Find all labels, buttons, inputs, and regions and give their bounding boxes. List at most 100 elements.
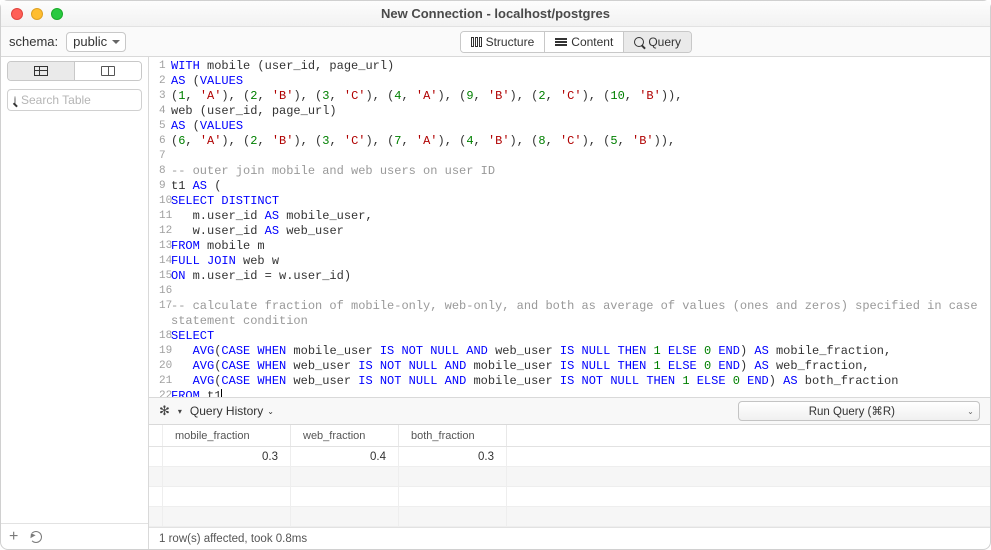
run-query-button[interactable]: Run Query (⌘R) <box>738 401 966 421</box>
sidebar-segment <box>7 61 142 81</box>
results-body: 0.30.40.3 <box>149 447 990 527</box>
table-cell[interactable]: 0.3 <box>399 447 507 466</box>
line-number: 7 <box>149 149 171 164</box>
code-content[interactable]: AVG(CASE WHEN web_user IS NOT NULL AND m… <box>171 359 990 374</box>
results-header: mobile_fractionweb_fractionboth_fraction <box>149 425 990 447</box>
tab-query-label: Query <box>648 35 681 49</box>
code-line[interactable]: 13FROM mobile m <box>149 239 990 254</box>
line-number: 1 <box>149 59 171 74</box>
code-content[interactable]: FULL JOIN web w <box>171 254 990 269</box>
code-line[interactable]: 22FROM t1 <box>149 389 990 397</box>
code-line[interactable]: 11 m.user_id AS mobile_user, <box>149 209 990 224</box>
line-number: 21 <box>149 374 171 389</box>
code-line[interactable]: 18SELECT <box>149 329 990 344</box>
code-content[interactable]: WITH mobile (user_id, page_url) <box>171 59 990 74</box>
sidebar-search[interactable] <box>7 89 142 111</box>
zoom-icon[interactable] <box>51 8 63 20</box>
line-number: 14 <box>149 254 171 269</box>
code-line[interactable]: 6(6, 'A'), (2, 'B'), (3, 'C'), (7, 'A'),… <box>149 134 990 149</box>
code-line[interactable]: 4web (user_id, page_url) <box>149 104 990 119</box>
code-line[interactable]: 2AS (VALUES <box>149 74 990 89</box>
tab-query[interactable]: Query <box>624 32 691 52</box>
code-content[interactable]: AS (VALUES <box>171 74 990 89</box>
book-icon <box>101 66 115 76</box>
sql-editor[interactable]: 1WITH mobile (user_id, page_url)2AS (VAL… <box>149 57 990 397</box>
code-content[interactable]: FROM mobile m <box>171 239 990 254</box>
column-header[interactable]: both_fraction <box>399 425 507 446</box>
code-content[interactable]: AS (VALUES <box>171 119 990 134</box>
schema-select[interactable]: public <box>66 32 126 52</box>
add-button[interactable]: + <box>9 529 18 545</box>
close-icon[interactable] <box>11 8 23 20</box>
code-content[interactable]: AVG(CASE WHEN mobile_user IS NOT NULL AN… <box>171 344 990 359</box>
code-content[interactable]: ON m.user_id = w.user_id) <box>171 269 990 284</box>
minimize-icon[interactable] <box>31 8 43 20</box>
sidebar-tab-bookmarks[interactable] <box>74 62 141 80</box>
line-number: 22 <box>149 389 171 397</box>
code-line[interactable]: 14FULL JOIN web w <box>149 254 990 269</box>
table-row <box>149 507 990 527</box>
code-content[interactable]: SELECT <box>171 329 990 344</box>
code-line[interactable]: 1WITH mobile (user_id, page_url) <box>149 59 990 74</box>
code-line[interactable]: 16 <box>149 284 990 299</box>
code-content[interactable]: (6, 'A'), (2, 'B'), (3, 'C'), (7, 'A'), … <box>171 134 990 149</box>
tab-content[interactable]: Content <box>545 32 624 52</box>
line-number: 16 <box>149 284 171 299</box>
query-history-button[interactable]: Query History ⌄ <box>190 404 274 418</box>
code-content[interactable]: AVG(CASE WHEN web_user IS NOT NULL AND m… <box>171 374 990 389</box>
query-icon <box>634 37 644 47</box>
query-history-label: Query History <box>190 404 263 418</box>
structure-icon <box>471 37 482 47</box>
code-content[interactable]: SELECT DISTINCT <box>171 194 990 209</box>
code-content[interactable]: web (user_id, page_url) <box>171 104 990 119</box>
code-content[interactable]: -- calculate fraction of mobile-only, we… <box>171 299 990 329</box>
table-cell[interactable]: 0.3 <box>163 447 291 466</box>
code-content[interactable]: t1 AS ( <box>171 179 990 194</box>
sidebar-footer: + <box>1 523 148 549</box>
code-line[interactable]: 21 AVG(CASE WHEN web_user IS NOT NULL AN… <box>149 374 990 389</box>
table-row <box>149 487 990 507</box>
column-header[interactable]: mobile_fraction <box>163 425 291 446</box>
code-line[interactable]: 8-- outer join mobile and web users on u… <box>149 164 990 179</box>
sidebar-tab-tables[interactable] <box>8 62 74 80</box>
table-cell[interactable]: 0.4 <box>291 447 399 466</box>
code-content[interactable] <box>171 284 990 299</box>
code-line[interactable]: 17-- calculate fraction of mobile-only, … <box>149 299 990 329</box>
gear-icon[interactable]: ✻ <box>159 403 170 419</box>
line-number: 6 <box>149 134 171 149</box>
code-line[interactable]: 15ON m.user_id = w.user_id) <box>149 269 990 284</box>
table-row[interactable]: 0.30.40.3 <box>149 447 990 467</box>
tab-structure[interactable]: Structure <box>461 32 546 52</box>
line-number: 10 <box>149 194 171 209</box>
sidebar-content <box>1 117 148 523</box>
table-icon <box>34 66 48 76</box>
run-query-dropdown[interactable]: ⌄ <box>962 401 980 421</box>
code-content[interactable]: w.user_id AS web_user <box>171 224 990 239</box>
line-number: 15 <box>149 269 171 284</box>
code-line[interactable]: 10SELECT DISTINCT <box>149 194 990 209</box>
code-content[interactable]: FROM t1 <box>171 389 990 397</box>
code-line[interactable]: 9t1 AS ( <box>149 179 990 194</box>
code-content[interactable] <box>171 149 990 164</box>
line-number: 12 <box>149 224 171 239</box>
code-line[interactable]: 3(1, 'A'), (2, 'B'), (3, 'C'), (4, 'A'),… <box>149 89 990 104</box>
code-line[interactable]: 12 w.user_id AS web_user <box>149 224 990 239</box>
code-line[interactable]: 5AS (VALUES <box>149 119 990 134</box>
line-number: 20 <box>149 359 171 374</box>
code-content[interactable]: (1, 'A'), (2, 'B'), (3, 'C'), (4, 'A'), … <box>171 89 990 104</box>
refresh-button[interactable] <box>30 531 42 543</box>
code-line[interactable]: 7 <box>149 149 990 164</box>
chevron-down-icon: ⌄ <box>267 407 274 416</box>
status-bar: 1 row(s) affected, took 0.8ms <box>149 527 990 549</box>
chevron-down-icon[interactable]: ▾ <box>178 407 182 416</box>
line-number: 5 <box>149 119 171 134</box>
content-icon <box>555 38 567 46</box>
code-line[interactable]: 20 AVG(CASE WHEN web_user IS NOT NULL AN… <box>149 359 990 374</box>
tab-content-label: Content <box>571 35 613 49</box>
column-header[interactable]: web_fraction <box>291 425 399 446</box>
code-line[interactable]: 19 AVG(CASE WHEN mobile_user IS NOT NULL… <box>149 344 990 359</box>
line-number: 19 <box>149 344 171 359</box>
code-content[interactable]: m.user_id AS mobile_user, <box>171 209 990 224</box>
search-icon <box>14 96 16 105</box>
code-content[interactable]: -- outer join mobile and web users on us… <box>171 164 990 179</box>
